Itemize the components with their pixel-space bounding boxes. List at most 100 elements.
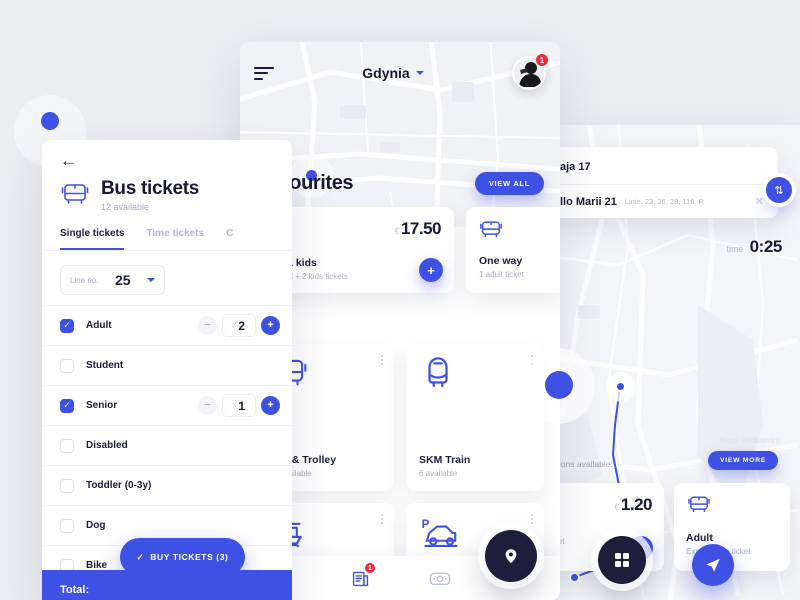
price-value: 1.20: [620, 495, 653, 514]
total-label: Total:: [60, 584, 90, 596]
bus-icon: [61, 184, 89, 204]
svg-text:P: P: [422, 518, 430, 531]
route-end-dot: [569, 572, 580, 583]
checkbox[interactable]: [60, 318, 74, 333]
nav-item-tickets[interactable]: 1: [345, 562, 376, 591]
price-value: 17.50: [400, 219, 442, 238]
tab-time-tickets[interactable]: Time tickets: [146, 228, 204, 250]
plus-icon[interactable]: +: [419, 258, 443, 282]
kebab-menu-icon[interactable]: [531, 514, 533, 524]
favourite-card-top: [479, 219, 553, 241]
line-no-label: Line no.: [70, 275, 99, 285]
checkbox[interactable]: [60, 358, 74, 373]
notification-badge: 1: [535, 53, 549, 67]
home-topbar: Gdynia 1: [240, 42, 560, 104]
favourite-card[interactable]: One way 1 adult ticket: [466, 207, 560, 293]
avatar[interactable]: 1: [512, 53, 549, 90]
panel-header: Bus tickets 12 available: [42, 140, 292, 212]
favourite-desc: 2 adult + 2 kids tickets: [269, 272, 348, 281]
buy-tickets-button[interactable]: ✓ BUY TICKETS (3): [120, 538, 245, 576]
hamburger-menu-icon[interactable]: [254, 66, 274, 80]
locate-fab-button[interactable]: [485, 530, 537, 582]
plus-icon[interactable]: +: [261, 316, 280, 335]
quantity-value[interactable]: x 2: [222, 314, 256, 337]
location-pin-icon: [505, 549, 517, 564]
currency-symbol: €: [394, 226, 399, 236]
favourite-name: Us & kids: [269, 257, 317, 269]
chevron-down-icon: [415, 71, 424, 75]
currency-symbol: €: [614, 502, 619, 512]
send-icon: [706, 558, 720, 572]
checkbox[interactable]: [60, 478, 74, 493]
check-icon: ✓: [136, 551, 145, 562]
arrow-left-icon[interactable]: ←: [60, 152, 77, 169]
page-subtitle: 12 available: [101, 202, 150, 212]
close-icon[interactable]: ✕: [755, 195, 764, 208]
view-all-button[interactable]: VIEW ALL: [474, 172, 544, 195]
decorative-dot-center: [545, 371, 573, 399]
quantity-number: 2: [238, 318, 246, 333]
nav-item-payments[interactable]: [425, 565, 455, 591]
buy-tickets-label: BUY TICKETS (3): [150, 552, 229, 562]
grid-apps-icon: [615, 553, 629, 567]
passenger-name: Toddler (0-3y): [86, 480, 152, 491]
transport-tile-text: SKM Train 6 available: [419, 454, 531, 478]
ticket-options-list: €1.20 icket + Adult Express line ticket: [548, 483, 792, 571]
city-label: Gdynia: [362, 65, 410, 81]
destination-row: llo Marii 21 Linie: 23, 26, 28, 116, R ✕: [560, 185, 764, 209]
checkbox[interactable]: [60, 438, 74, 453]
tab-single-tickets[interactable]: Single tickets: [60, 228, 125, 250]
tile-name: SKM Train: [419, 454, 471, 466]
origin-field[interactable]: aja 17: [560, 161, 764, 185]
line-select-row: Line no. 25: [42, 251, 292, 305]
passenger-name: Disabled: [86, 440, 128, 451]
quantity-value[interactable]: x 1: [222, 394, 256, 417]
tab-third[interactable]: C: [226, 228, 233, 250]
panel-header-text: Bus tickets 12 available: [101, 178, 199, 212]
swap-vertical-icon[interactable]: ⇅: [766, 177, 792, 203]
trip-time-label: time: [726, 244, 744, 254]
list-item[interactable]: Senior − x 1 +: [42, 385, 292, 425]
bus-icon: [688, 496, 710, 513]
apps-fab-button[interactable]: [598, 536, 646, 584]
passenger-name: Student: [86, 360, 124, 371]
nav-badge: 1: [364, 562, 376, 574]
favourite-desc: 1 adult ticket: [479, 270, 524, 279]
map-area-label: Kepa Redlowska: [720, 436, 781, 445]
kebab-menu-icon[interactable]: [381, 514, 383, 524]
quantity-stepper: − x 2 +: [198, 314, 280, 337]
checkbox[interactable]: [60, 398, 74, 413]
view-more-button[interactable]: VIEW MORE: [708, 451, 778, 470]
city-selector[interactable]: Gdynia: [274, 65, 512, 81]
destination-field[interactable]: llo Marii 21: [560, 196, 617, 208]
ticket-name: Adult: [686, 532, 713, 544]
multiply-symbol: x: [232, 322, 237, 329]
minus-icon[interactable]: −: [198, 396, 217, 415]
park-and-ride-icon: P: [422, 518, 458, 547]
quantity-stepper: − x 1 +: [198, 394, 280, 417]
decorative-dot-left: [41, 112, 59, 130]
plus-icon[interactable]: +: [261, 396, 280, 415]
app-canvas: Kepa Redlowska aja 17 llo Marii 21 Linie…: [0, 0, 800, 600]
destination-lines: Linie: 23, 26, 28, 116, R: [624, 197, 704, 206]
checkbox[interactable]: [60, 518, 74, 533]
quantity-number: 1: [238, 398, 246, 413]
send-fab-button[interactable]: [692, 544, 734, 586]
passenger-name: Adult: [86, 320, 112, 331]
trip-time: time 0:25: [726, 237, 783, 257]
train-icon: [428, 357, 448, 388]
line-no-value: 25: [114, 272, 131, 288]
list-item[interactable]: Toddler (0-3y): [42, 465, 292, 505]
list-item[interactable]: Student: [42, 345, 292, 385]
favourite-price: €17.50: [394, 219, 441, 239]
minus-icon[interactable]: −: [198, 316, 217, 335]
kebab-menu-icon[interactable]: [381, 355, 383, 365]
list-item[interactable]: Adult − x 2 +: [42, 305, 292, 345]
trip-time-value: 0:25: [749, 237, 783, 256]
ticket-type-tabs: Single tickets Time tickets C: [42, 212, 292, 251]
line-no-select[interactable]: Line no. 25: [60, 265, 165, 295]
list-item[interactable]: Disabled: [42, 425, 292, 465]
route-search-card: aja 17 llo Marii 21 Linie: 23, 26, 28, 1…: [548, 147, 792, 218]
bus-icon: [480, 221, 502, 238]
money-icon: [430, 572, 450, 585]
